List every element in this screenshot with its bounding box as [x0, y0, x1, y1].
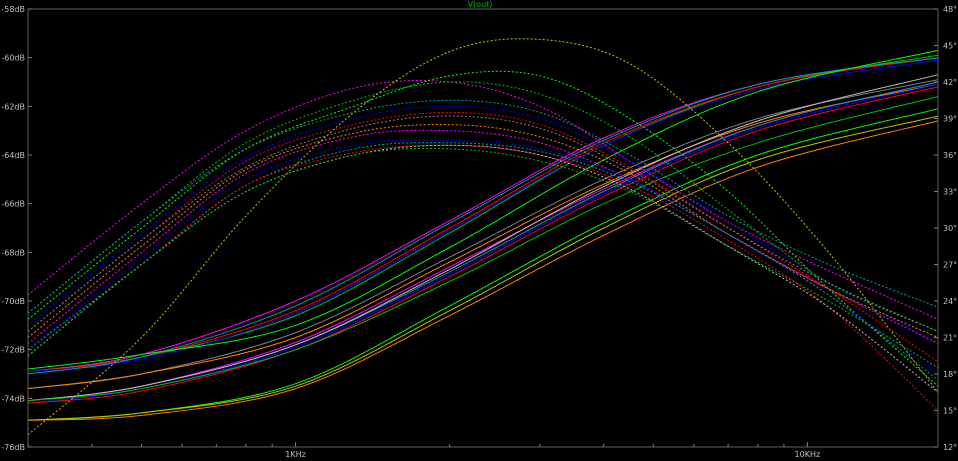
y-right-tick-label-6: 30° — [943, 224, 957, 233]
y-left-tick-label-5: -68dB — [1, 248, 25, 257]
bode-plot: -58dB -60dB -62dB -64dB -66dB -68dB -70dB -72dB… — [0, 0, 958, 461]
y-left-tick-label-4: -66dB — [1, 200, 25, 209]
y-right-tick-label-5: 33° — [943, 188, 957, 197]
y-left-tick-label-0: -58dB — [1, 5, 25, 14]
y-left-tick-label-1: -60dB — [1, 54, 25, 63]
y-right-tick-label-11: 15° — [943, 407, 957, 416]
chart-title: V(out) — [468, 0, 493, 9]
y-right-tick-label-9: 21° — [943, 334, 957, 343]
x-tick-label-1: 10KHz — [795, 450, 821, 459]
y-right-tick-label-4: 36° — [943, 151, 957, 160]
y-right-tick-label-0: 48° — [943, 5, 957, 14]
y-right-tick-label-8: 24° — [943, 297, 957, 306]
y-right-tick-label-1: 45° — [943, 42, 957, 51]
y-left-tick-label-3: -64dB — [1, 151, 25, 160]
y-left-tick-label-6: -70dB — [1, 297, 25, 306]
y-right-tick-label-7: 27° — [943, 261, 957, 270]
y-right-tick-label-10: 18° — [943, 370, 957, 379]
x-tick-label-0: 1KHz — [285, 450, 306, 459]
y-left-tick-label-9: -76dB — [1, 443, 25, 452]
y-left-tick-label-7: -72dB — [1, 346, 25, 355]
y-right-tick-label-3: 39° — [943, 115, 957, 124]
y-left-tick-label-8: -74dB — [1, 394, 25, 403]
y-left-tick-label-2: -62dB — [1, 102, 25, 111]
y-right-tick-label-2: 42° — [943, 78, 957, 87]
y-right-tick-label-12: 12° — [943, 443, 957, 452]
